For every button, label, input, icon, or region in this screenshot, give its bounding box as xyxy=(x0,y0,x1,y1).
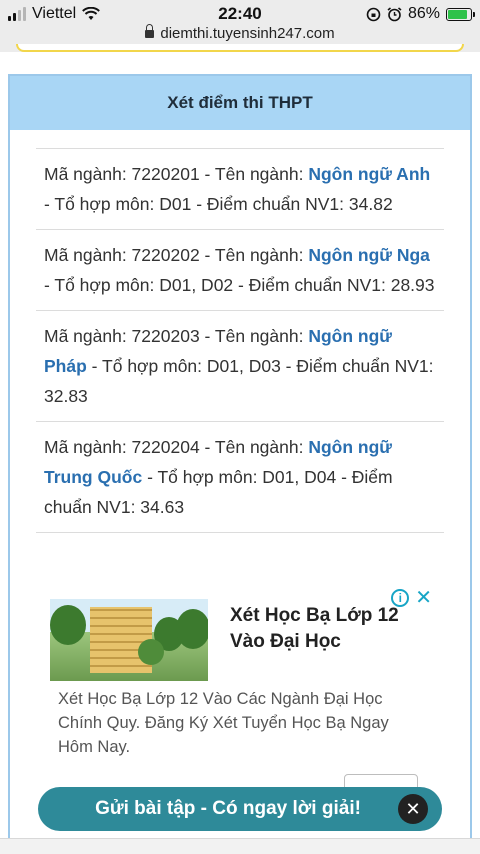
page-content: Xét điểm thi THPT Mã ngành: 7220201 - Tê… xyxy=(0,52,480,854)
list-item: Mã ngành: 7220201 - Tên ngành: Ngôn ngữ … xyxy=(36,149,444,230)
ad-choices: i ✕ xyxy=(391,588,432,608)
item-prefix: Mã ngành: 7220204 - Tên ngành: xyxy=(44,437,309,457)
ad-description[interactable]: Xét Học Bạ Lớp 12 Vào Các Ngành Đại Học … xyxy=(58,687,420,759)
item-suffix: - Tổ hợp môn: D01, D03 - Điểm chuẩn NV1:… xyxy=(44,356,434,406)
url-text: diemthi.tuyensinh247.com xyxy=(160,25,335,42)
status-right: 86% xyxy=(366,5,475,23)
alarm-icon xyxy=(387,6,402,21)
item-prefix: Mã ngành: 7220202 - Tên ngành: xyxy=(44,245,309,265)
close-icon[interactable]: ✕ xyxy=(415,588,432,608)
floating-help-banner[interactable]: Gửi bài tập - Có ngay lời giải! ✕ xyxy=(38,787,442,831)
top-banner-edge xyxy=(16,44,464,52)
status-bar: Viettel 22:40 86% diemthi.tuyensinh247.c… xyxy=(0,0,480,52)
list-item: Mã ngành: 7220203 - Tên ngành: Ngôn ngữ … xyxy=(36,311,444,422)
list-item: Mã ngành: 7220202 - Tên ngành: Ngôn ngữ … xyxy=(36,230,444,311)
ad-image[interactable] xyxy=(50,599,208,681)
battery-percent: 86% xyxy=(407,5,440,22)
ad-title[interactable]: Xét Học Bạ Lớp 12 Vào Đại Học xyxy=(230,603,430,655)
banner-text[interactable]: Gửi bài tập - Có ngay lời giải! xyxy=(38,798,398,820)
item-prefix: Mã ngành: 7220203 - Tên ngành: xyxy=(44,326,309,346)
close-icon[interactable]: ✕ xyxy=(398,794,428,824)
advertisement[interactable]: Xét Học Bạ Lớp 12 Vào Đại Học i ✕ Xét Họ… xyxy=(34,583,436,803)
item-prefix: Mã ngành: 7220201 - Tên ngành: xyxy=(44,164,309,184)
list-item: Mã ngành: 7220204 - Tên ngành: Ngôn ngữ … xyxy=(36,422,444,533)
major-name-link[interactable]: Ngôn ngữ Anh xyxy=(308,164,430,184)
battery-icon xyxy=(446,7,475,21)
major-name-link[interactable]: Ngôn ngữ Nga xyxy=(308,245,430,265)
orientation-lock-icon xyxy=(366,7,381,21)
lock-icon xyxy=(145,24,155,38)
card-title: Xét điểm thi THPT xyxy=(10,76,470,130)
item-suffix: - Tổ hợp môn: D01, D02 - Điểm chuẩn NV1:… xyxy=(44,275,435,295)
item-suffix: - Tổ hợp môn: D01 - Điểm chuẩn NV1: 34.8… xyxy=(44,194,393,214)
address-bar[interactable]: diemthi.tuyensinh247.com xyxy=(0,24,480,42)
info-icon[interactable]: i xyxy=(391,589,410,607)
major-list: Mã ngành: 7220201 - Tên ngành: Ngôn ngữ … xyxy=(36,148,444,533)
bottom-toolbar-edge xyxy=(0,838,480,854)
